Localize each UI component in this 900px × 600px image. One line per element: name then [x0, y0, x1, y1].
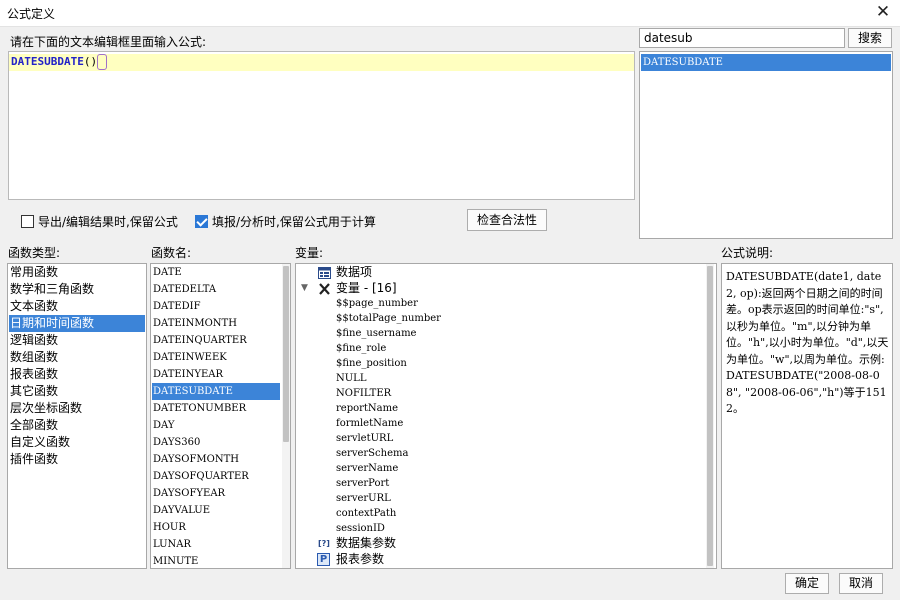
dataset-params-node[interactable]: 数据集参数	[336, 536, 396, 551]
function-name-item[interactable]: DAY	[152, 417, 280, 434]
function-name-item[interactable]: DAYSOFMONTH	[152, 451, 280, 468]
formula-description: DATESUBDATE(date1, date2, op):返回两个日期之间的时…	[721, 263, 893, 569]
function-type-item[interactable]: 自定义函数	[9, 434, 145, 451]
variable-item[interactable]: serverURL	[336, 491, 391, 506]
variable-item[interactable]: $$totalPage_number	[336, 311, 441, 326]
function-name-item[interactable]: DATEDELTA	[152, 281, 280, 298]
variables-icon	[319, 283, 330, 295]
variable-item[interactable]: $fine_username	[336, 326, 416, 341]
function-type-item[interactable]: 插件函数	[9, 451, 145, 468]
function-name-item[interactable]: DAYVALUE	[152, 502, 280, 519]
function-names-list[interactable]: DATE DATEDELTA DATEDIF DATEINMONTH DATEI…	[150, 263, 291, 569]
keep-formula-compute-label: 填报/分析时,保留公式用于计算	[212, 215, 376, 229]
function-type-item[interactable]: 逻辑函数	[9, 332, 145, 349]
variable-item[interactable]: NULL	[336, 371, 366, 386]
function-name-item[interactable]: DAYSOFQUARTER	[152, 468, 280, 485]
function-name-item-selected[interactable]: DATESUBDATE	[152, 383, 280, 400]
variable-item[interactable]: reportName	[336, 401, 398, 416]
function-name-item[interactable]: DATETONUMBER	[152, 400, 280, 417]
function-name-item[interactable]: DAYS360	[152, 434, 280, 451]
function-type-item[interactable]: 全部函数	[9, 417, 145, 434]
function-name-item[interactable]: MINUTE	[152, 553, 280, 568]
function-type-item[interactable]: 数组函数	[9, 349, 145, 366]
cancel-button[interactable]: 取消	[839, 573, 883, 594]
editor-prompt: 请在下面的文本编辑框里面输入公式:	[10, 35, 207, 49]
formula-function-name: DATESUBDATE	[11, 55, 84, 68]
function-name-item[interactable]: DATEINQUARTER	[152, 332, 280, 349]
search-input[interactable]: datesub	[639, 28, 845, 48]
variables-header: 变量:	[295, 246, 324, 260]
chevron-down-icon[interactable]: ▼	[301, 281, 308, 296]
formula-editor[interactable]: DATESUBDATE()	[8, 51, 635, 200]
function-name-item[interactable]: HOUR	[152, 519, 280, 536]
function-type-item[interactable]: 报表函数	[9, 366, 145, 383]
function-name-item[interactable]: DATEINYEAR	[152, 366, 280, 383]
function-type-item[interactable]: 文本函数	[9, 298, 145, 315]
report-params-node[interactable]: 报表参数	[336, 552, 384, 567]
search-results-list[interactable]: DATESUBDATE	[639, 51, 893, 239]
variables-node[interactable]: 变量 - [16]	[336, 281, 397, 296]
function-name-item[interactable]: LUNAR	[152, 536, 280, 553]
function-types-list[interactable]: 常用函数 数学和三角函数 文本函数 日期和时间函数 逻辑函数 数组函数 报表函数…	[7, 263, 147, 569]
function-name-item[interactable]: DATEDIF	[152, 298, 280, 315]
function-type-item[interactable]: 常用函数	[9, 264, 145, 281]
function-type-item[interactable]: 数学和三角函数	[9, 281, 145, 298]
variable-item[interactable]: sessionID	[336, 521, 385, 536]
data-items-icon	[318, 267, 331, 279]
keep-formula-compute-checkbox[interactable]	[195, 215, 208, 228]
variable-item[interactable]: $fine_role	[336, 341, 386, 356]
close-icon[interactable]: ✕	[873, 2, 893, 22]
report-params-icon: P	[317, 553, 330, 566]
variable-item[interactable]: NOFILTER	[336, 386, 391, 401]
function-type-item-selected[interactable]: 日期和时间函数	[9, 315, 145, 332]
search-button[interactable]: 搜索	[848, 28, 892, 48]
function-name-item[interactable]: DATEINWEEK	[152, 349, 280, 366]
variable-item[interactable]: serverName	[336, 461, 398, 476]
function-names-scrollbar[interactable]	[282, 264, 290, 568]
function-name-item[interactable]: DAYSOFYEAR	[152, 485, 280, 502]
data-items-node[interactable]: 数据项	[336, 265, 372, 280]
bracket-match-box	[97, 54, 107, 70]
function-type-item[interactable]: 层次坐标函数	[9, 400, 145, 417]
function-type-item[interactable]: 其它函数	[9, 383, 145, 400]
description-header: 公式说明:	[721, 246, 774, 260]
keep-formula-export-label: 导出/编辑结果时,保留公式	[38, 215, 178, 229]
window-title: 公式定义	[7, 7, 56, 21]
function-names-scroll-thumb[interactable]	[283, 266, 289, 442]
ok-button[interactable]: 确定	[785, 573, 829, 594]
variable-item[interactable]: $$page_number	[336, 296, 418, 311]
title-bar	[0, 0, 900, 27]
function-names-header: 函数名:	[151, 246, 192, 260]
function-name-item[interactable]: DATE	[152, 264, 280, 281]
variable-item[interactable]: serverPort	[336, 476, 389, 491]
variable-item[interactable]: formletName	[336, 416, 403, 431]
variables-scroll-thumb[interactable]	[707, 266, 713, 566]
dataset-params-icon: [?]	[318, 539, 330, 548]
variable-item[interactable]: servletURL	[336, 431, 393, 446]
function-name-item[interactable]: DATEINMONTH	[152, 315, 280, 332]
variable-item[interactable]: serverSchema	[336, 446, 408, 461]
search-result-item[interactable]: DATESUBDATE	[641, 54, 891, 71]
keep-formula-export-checkbox[interactable]	[21, 215, 34, 228]
variables-scrollbar[interactable]	[706, 264, 714, 568]
function-types-header: 函数类型:	[8, 246, 61, 260]
formula-paren: ()	[83, 55, 98, 68]
variable-item[interactable]: contextPath	[336, 506, 396, 521]
validate-button[interactable]: 检查合法性	[467, 209, 547, 231]
variables-tree[interactable]: 数据项 ▼ 变量 - [16] $$page_number $$totalPag…	[295, 263, 717, 569]
variable-item[interactable]: $fine_position	[336, 356, 407, 371]
formula-text: DATESUBDATE()	[11, 55, 97, 68]
